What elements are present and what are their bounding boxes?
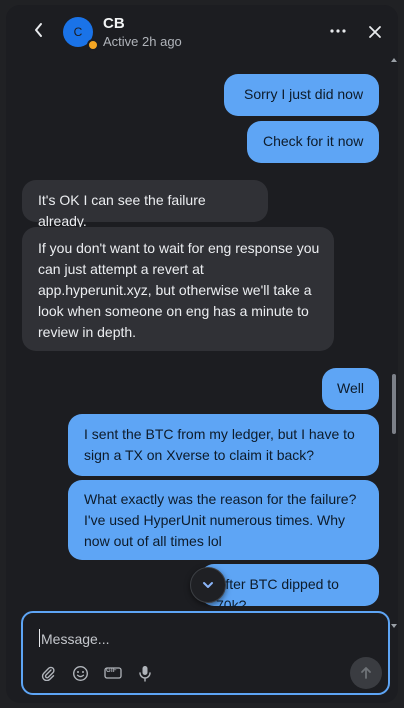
text-caret xyxy=(39,629,40,647)
emoji-icon xyxy=(72,665,88,681)
close-icon xyxy=(369,26,381,38)
chat-window: C CB Active 2h ago Sorry I just did now … xyxy=(6,5,398,703)
message-composer: GIF xyxy=(21,611,390,695)
more-horizontal-icon xyxy=(330,29,346,33)
emoji-button[interactable] xyxy=(70,663,90,683)
message-list: Sorry I just did now Check for it now It… xyxy=(6,59,398,607)
scroll-to-bottom-button[interactable] xyxy=(190,567,226,603)
scroll-down-arrow[interactable] xyxy=(391,624,397,628)
message-scrollbar[interactable] xyxy=(391,58,397,638)
message-bubble[interactable]: It's OK I can see the failure already. xyxy=(22,180,268,229)
chevron-left-icon xyxy=(35,23,42,37)
chevron-down-icon xyxy=(203,582,213,588)
message-bubble[interactable]: I sent the BTC from my ledger, but I hav… xyxy=(68,414,379,476)
status-text: Active 2h ago xyxy=(103,34,182,49)
message-bubble[interactable]: If you don't want to wait for eng respon… xyxy=(22,227,334,351)
send-button[interactable] xyxy=(350,657,382,689)
back-button[interactable] xyxy=(28,19,50,41)
gif-button[interactable]: GIF xyxy=(103,663,123,683)
message-bubble[interactable]: What exactly was the reason for the fail… xyxy=(68,480,379,560)
arrow-up-icon xyxy=(361,667,371,679)
scroll-thumb[interactable] xyxy=(392,374,396,434)
attach-button[interactable] xyxy=(38,663,58,683)
gif-label: GIF xyxy=(106,668,117,674)
scroll-up-arrow[interactable] xyxy=(391,58,397,62)
contact-name[interactable]: CB xyxy=(103,15,125,32)
message-bubble[interactable]: Well xyxy=(322,368,379,410)
voice-message-button[interactable] xyxy=(135,663,155,683)
chat-header: C CB Active 2h ago xyxy=(6,5,398,59)
message-bubble[interactable]: Sorry I just did now xyxy=(224,74,379,116)
paperclip-icon xyxy=(41,666,55,681)
message-bubble[interactable]: After BTC dipped to 70k? xyxy=(200,564,379,607)
microphone-icon xyxy=(139,665,151,682)
message-bubble[interactable]: Check for it now xyxy=(247,121,379,163)
status-indicator xyxy=(87,39,99,51)
more-options-button[interactable] xyxy=(326,21,350,41)
close-button[interactable] xyxy=(364,21,386,43)
message-input[interactable] xyxy=(39,627,343,651)
